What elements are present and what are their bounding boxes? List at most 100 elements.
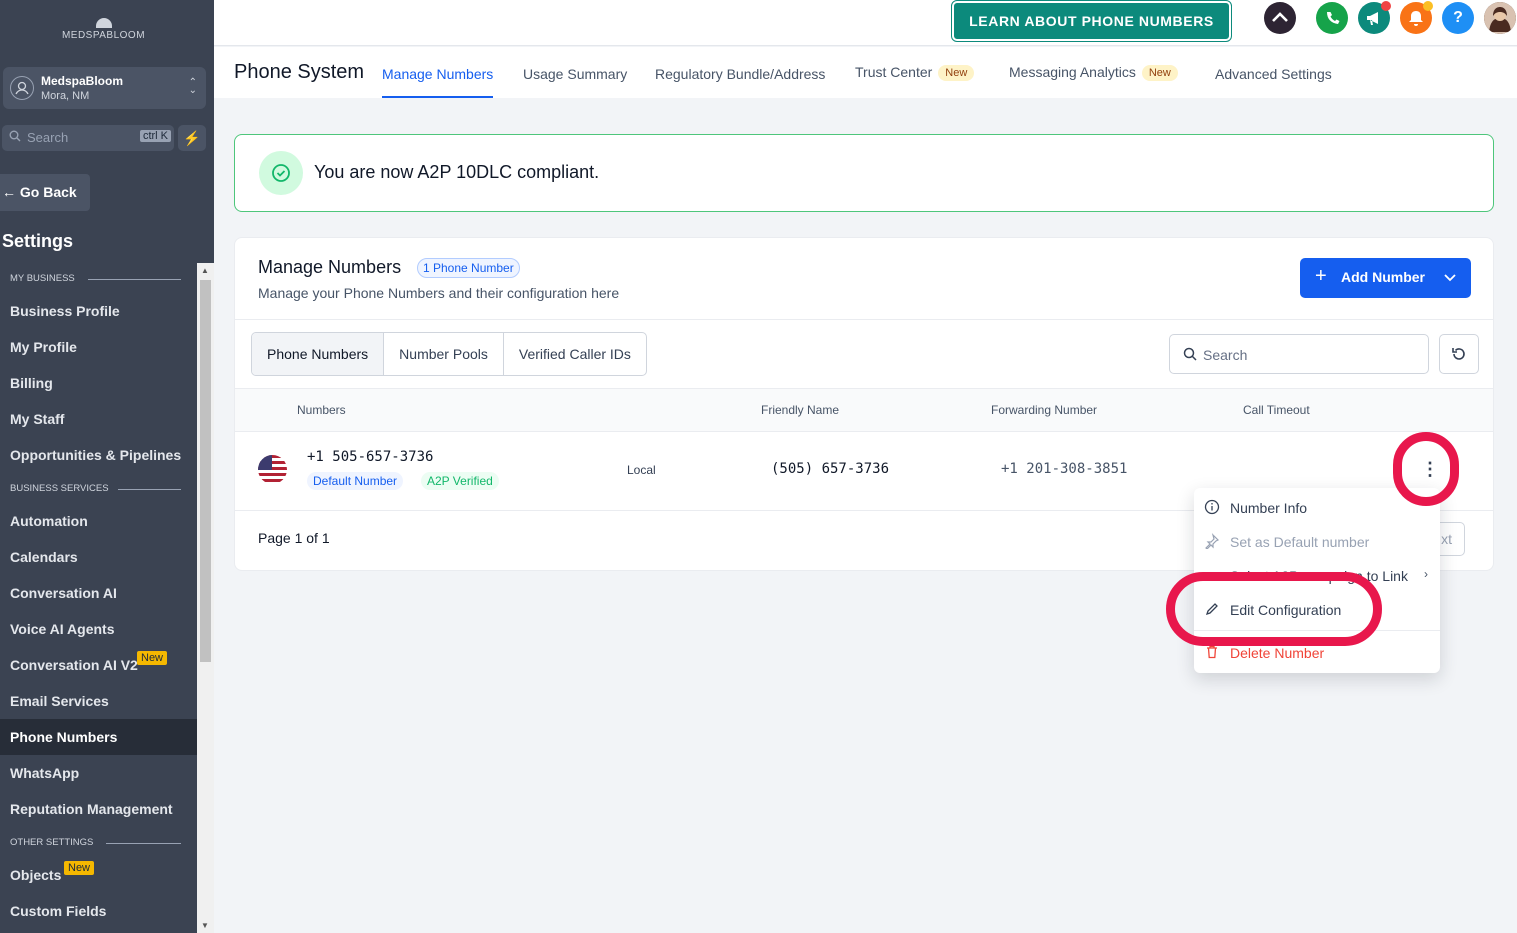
tab-messaging-analytics[interactable]: Messaging Analytics New (1009, 64, 1178, 81)
nav-item-billing[interactable]: Billing (0, 365, 197, 401)
search-icon (1183, 347, 1197, 361)
refresh-button[interactable] (1439, 334, 1479, 374)
highlight-ring-kebab (1393, 432, 1459, 506)
nav-item-business-profile[interactable]: Business Profile (0, 293, 197, 329)
logo-text: MEDSPABLOOM (61, 30, 146, 41)
nav-item-automation[interactable]: Automation (0, 503, 197, 539)
highlight-ring-edit-configuration (1166, 572, 1382, 646)
column-forwarding-number[interactable]: Forwarding Number (991, 403, 1097, 417)
scrollbar-thumb[interactable] (200, 280, 211, 662)
phone-number: +1 505-657-3736 (307, 449, 434, 465)
info-icon (1204, 499, 1220, 515)
nav-item-phone-numbers[interactable]: Phone Numbers (0, 719, 197, 755)
column-call-timeout[interactable]: Call Timeout (1243, 403, 1310, 417)
card-title: Manage Numbers (258, 257, 402, 277)
nav-item-conversation-ai-v2[interactable]: Conversation AI V2 New (0, 647, 197, 683)
nav-item-custom-fields[interactable]: Custom Fields (0, 893, 197, 929)
segment-phone-numbers[interactable]: Phone Numbers (252, 333, 385, 375)
default-number-badge: Default Number (307, 472, 404, 490)
nav-item-whatsapp[interactable]: WhatsApp (0, 755, 197, 791)
help-icon[interactable]: ? (1442, 2, 1474, 34)
learn-about-phone-numbers-button[interactable]: LEARN ABOUT PHONE NUMBERS (951, 0, 1232, 42)
tab-usage-summary[interactable]: Usage Summary (523, 66, 627, 82)
account-location: Mora, NM (41, 90, 90, 102)
number-type-segmented-control: Phone Numbers Number Pools Verified Call… (251, 332, 647, 376)
forwarding-number: +1 201-308-3851 (1001, 461, 1128, 477)
new-badge: New (938, 65, 975, 81)
scroll-up-arrow-icon[interactable]: ▲ (201, 266, 209, 275)
location-avatar-icon (10, 76, 34, 100)
refresh-icon (1452, 348, 1465, 360)
numbers-search-input[interactable]: Search (1169, 334, 1429, 374)
sidebar-scrollbar[interactable]: ▲ ▼ (197, 263, 214, 933)
segment-number-pools[interactable]: Number Pools (384, 333, 504, 375)
new-badge: New (137, 651, 168, 665)
page-title: Phone System (234, 61, 365, 83)
segment-verified-caller-ids[interactable]: Verified Caller IDs (504, 333, 646, 375)
nav-item-calendars[interactable]: Calendars (0, 539, 197, 575)
column-friendly-name[interactable]: Friendly Name (761, 403, 839, 417)
search-icon (9, 130, 21, 142)
nav-item-opportunities[interactable]: Opportunities & Pipelines (0, 437, 197, 473)
tab-regulatory-bundle[interactable]: Regulatory Bundle/Address (655, 66, 825, 82)
us-flag-icon (258, 455, 287, 484)
chevron-right-icon: › (1424, 567, 1428, 581)
check-circle-icon (259, 151, 303, 195)
tab-label: Messaging Analytics (1009, 64, 1136, 80)
menu-item-set-default[interactable]: Set as Default number (1194, 525, 1440, 555)
active-tab-indicator (382, 96, 494, 98)
compliance-message: You are now A2P 10DLC compliant. (314, 162, 600, 182)
user-avatar[interactable] (1484, 2, 1516, 34)
friendly-name: (505) 657-3736 (771, 461, 890, 477)
compliance-banner: You are now A2P 10DLC compliant. (234, 134, 1494, 212)
new-badge: New (64, 861, 95, 875)
announcements-megaphone-icon[interactable] (1358, 1, 1391, 34)
phone-call-icon[interactable] (1316, 2, 1348, 34)
menu-item-label: Number Info (1230, 500, 1308, 516)
scroll-down-arrow-icon[interactable]: ▼ (201, 921, 209, 930)
top-bar: LEARN ABOUT PHONE NUMBERS ? (214, 0, 1517, 46)
nav-section-business-services: BUSINESS SERVICES (0, 473, 197, 503)
card-divider (235, 319, 1493, 320)
sidebar-search[interactable]: Search ctrl K (2, 125, 174, 151)
tab-advanced-settings[interactable]: Advanced Settings (1215, 66, 1332, 82)
tab-trust-center[interactable]: Trust Center New (855, 64, 975, 81)
column-numbers[interactable]: Numbers (297, 403, 346, 417)
collapse-up-icon[interactable] (1264, 2, 1296, 34)
new-badge: New (1141, 65, 1178, 81)
tab-manage-numbers[interactable]: Manage Numbers (382, 66, 494, 98)
tab-label: Trust Center (855, 64, 933, 80)
account-switcher[interactable]: MedspaBloom Mora, NM ⌃ ⌄ (3, 67, 206, 109)
notification-dot (1423, 1, 1433, 11)
add-number-label: Add Number (1341, 269, 1425, 285)
settings-title: Settings (2, 231, 74, 251)
nav-item-reputation-management[interactable]: Reputation Management (0, 791, 197, 827)
go-back-button[interactable]: ← Go Back (0, 174, 90, 211)
phone-system-header: Phone System Manage Numbers Usage Summar… (214, 47, 1517, 98)
card-subtitle: Manage your Phone Numbers and their conf… (258, 285, 620, 301)
nav-item-my-profile[interactable]: My Profile (0, 329, 197, 365)
nav-item-conversation-ai[interactable]: Conversation AI (0, 575, 197, 611)
a2p-verified-badge: A2P Verified (421, 472, 499, 490)
logo-mark-icon (95, 18, 112, 28)
add-number-button[interactable]: + Add Number (1300, 258, 1471, 298)
nav-item-email-services[interactable]: Email Services (0, 683, 197, 719)
sidebar: MEDSPABLOOM MedspaBloom Mora, NM ⌃ ⌄ Sear… (0, 0, 214, 933)
quick-action-bolt-icon[interactable]: ⚡ (178, 125, 206, 151)
account-name: MedspaBloom (41, 74, 124, 88)
brand-logo[interactable]: MEDSPABLOOM (0, 18, 207, 41)
plus-icon: + (1315, 265, 1327, 287)
number-type: Local (627, 463, 656, 477)
pagination-label: Page 1 of 1 (258, 530, 330, 546)
chevron-down-icon[interactable] (1443, 270, 1457, 284)
sidebar-search-placeholder: Search (27, 130, 69, 145)
pin-icon (1205, 533, 1220, 549)
nav-item-my-staff[interactable]: My Staff (0, 401, 197, 437)
nav-item-label: Conversation AI V2 (10, 657, 138, 673)
nav-item-objects[interactable]: Objects New (0, 857, 197, 893)
notifications-bell-icon[interactable] (1400, 1, 1433, 34)
nav-section-my-business: MY BUSINESS (0, 263, 197, 293)
table-header: Numbers Friendly Name Forwarding Number … (235, 388, 1493, 432)
nav-item-voice-ai-agents[interactable]: Voice AI Agents (0, 611, 197, 647)
phone-count-badge: 1 Phone Number (417, 258, 520, 278)
